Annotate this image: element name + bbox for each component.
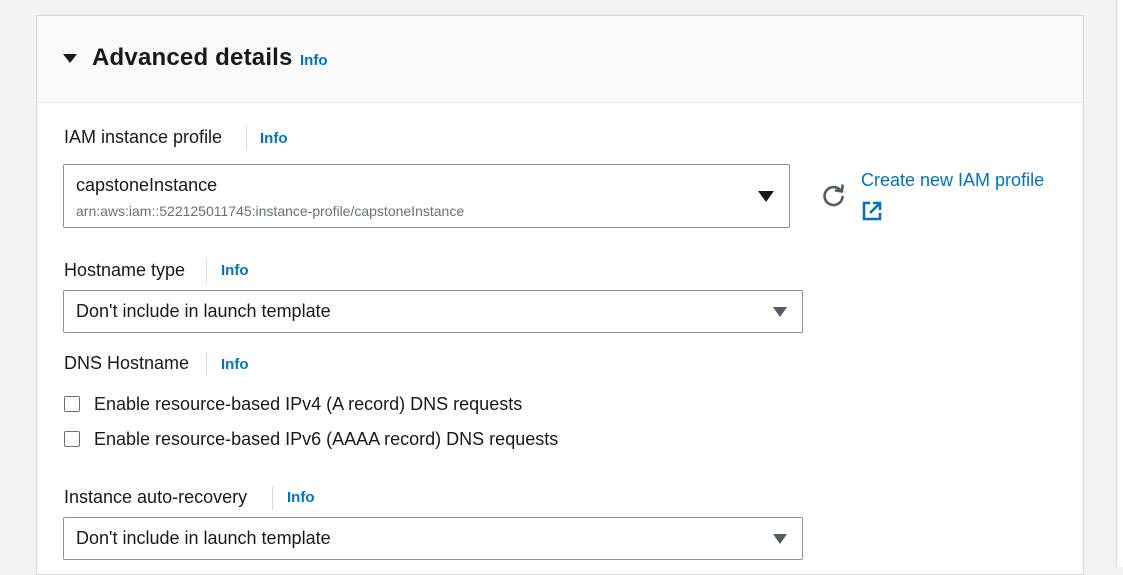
iam-profile-selected-value: capstoneInstance (76, 175, 218, 195)
hostname-type-selected-value: Don't include in launch template (76, 301, 331, 321)
page-scroll-gutter (1116, 0, 1123, 567)
hostname-type-select[interactable]: Don't include in launch template (63, 290, 803, 333)
auto-recovery-selected-value: Don't include in launch template (76, 528, 331, 548)
dropdown-caret-icon (773, 307, 787, 317)
panel-title: Advanced details (92, 44, 293, 71)
dropdown-caret-icon (758, 191, 774, 202)
ipv4-dns-label[interactable]: Enable resource-based IPv4 (A record) DN… (94, 394, 522, 415)
auto-recovery-label: Instance auto-recovery (64, 487, 248, 507)
dropdown-caret-icon (773, 534, 787, 544)
auto-recovery-info-link[interactable]: Info (287, 489, 315, 506)
external-link-icon[interactable] (861, 200, 883, 227)
iam-profile-arn: arn:aws:iam::522125011745:instance-profi… (76, 203, 465, 219)
dns-hostname-info-link[interactable]: Info (221, 356, 249, 373)
refresh-icon[interactable] (821, 183, 847, 214)
dns-hostname-label: DNS Hostname (64, 353, 190, 373)
iam-profile-label: IAM instance profile (64, 127, 223, 147)
label-divider (206, 352, 207, 376)
ipv6-dns-checkbox[interactable] (64, 431, 80, 447)
panel-info-link[interactable]: Info (300, 52, 328, 69)
label-divider (206, 259, 207, 283)
auto-recovery-select[interactable]: Don't include in launch template (63, 517, 803, 560)
iam-profile-info-link[interactable]: Info (260, 130, 288, 147)
advanced-details-panel: Advanced details Info IAM instance profi… (36, 15, 1084, 575)
label-divider (246, 126, 247, 150)
hostname-type-info-link[interactable]: Info (221, 262, 249, 279)
ipv4-dns-checkbox[interactable] (64, 396, 80, 412)
advanced-details-header[interactable]: Advanced details Info (37, 16, 1083, 103)
collapse-caret-icon[interactable] (63, 54, 77, 63)
hostname-type-label: Hostname type (64, 260, 186, 280)
label-divider (272, 486, 273, 510)
ipv6-dns-label[interactable]: Enable resource-based IPv6 (AAAA record)… (94, 429, 558, 450)
create-iam-profile-link[interactable]: Create new IAM profile (861, 170, 1044, 191)
iam-profile-select[interactable]: capstoneInstance arn:aws:iam::5221250117… (63, 164, 790, 228)
